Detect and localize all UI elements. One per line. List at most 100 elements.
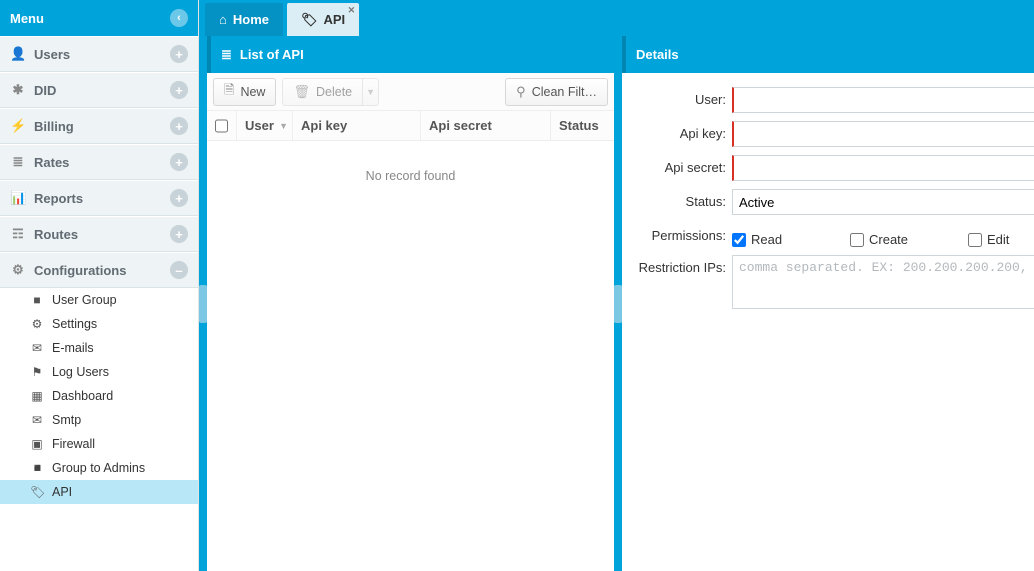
grid-empty-text: No record found <box>207 141 614 211</box>
sidebar-subitem-label: Smtp <box>52 413 81 427</box>
sidebar-item-label: DID <box>34 83 56 98</box>
sidebar-subitem-settings[interactable]: ⚙Settings <box>0 312 198 336</box>
details-panel: Details › User: 🔍 Sear… <box>622 36 1034 571</box>
trash-icon: 🗑 <box>293 84 310 100</box>
sidebar-item-label: Routes <box>34 227 78 242</box>
document-icon: 🗎 <box>224 81 234 103</box>
sidebar-item-label: Billing <box>34 119 74 134</box>
billing-icon: ⚡ <box>10 118 26 134</box>
tab-label: API <box>324 12 346 27</box>
chevron-down-icon[interactable]: ▼ <box>279 121 288 131</box>
column-user[interactable]: User ▼ <box>237 111 293 140</box>
sidebar: Menu ‹ 👤Users + ✱DID + ⚡ Billing + ≣Rates… <box>0 0 199 571</box>
sidebar-subitem-emails[interactable]: ✉ E-mails <box>0 336 198 360</box>
user-label: User: <box>634 87 732 107</box>
tab-label: Home <box>233 12 269 27</box>
sidebar-subitem-label: API <box>52 485 72 499</box>
user-field[interactable] <box>732 87 1034 113</box>
expand-icon[interactable]: + <box>170 45 188 63</box>
funnel-icon: ⚲ <box>516 84 526 100</box>
sidebar-header: Menu ‹ <box>0 0 198 36</box>
sidebar-subitem-user-group[interactable]: ■User Group <box>0 288 198 312</box>
sidebar-subitem-label: Firewall <box>52 437 95 451</box>
expand-icon[interactable]: + <box>170 153 188 171</box>
tab-api[interactable]: 🏷 API ✕ <box>287 3 359 36</box>
perm-create[interactable]: Create <box>850 227 948 247</box>
main-area: ⌂ Home 🏷 API ✕ ≣ List of API 🗎 New 🗑 <box>199 0 1034 571</box>
sidebar-subitem-label: E-mails <box>52 341 94 355</box>
clean-filter-button[interactable]: ⚲ Clean Filt… <box>505 78 608 106</box>
sidebar-subitem-log-users[interactable]: ⚑ Log Users <box>0 360 198 384</box>
api-key-field[interactable] <box>732 121 1034 147</box>
perm-edit-checkbox[interactable] <box>968 233 982 247</box>
splitter-grip-icon <box>614 285 622 323</box>
delete-button[interactable]: 🗑 Delete ▼ <box>282 78 379 106</box>
sidebar-subitem-api[interactable]: 🏷API <box>0 480 198 504</box>
splitter-grip-icon <box>199 285 207 323</box>
list-panel-title: List of API <box>240 47 304 62</box>
sidebar-item-routes[interactable]: ☶ Routes + <box>0 216 198 252</box>
button-label: Clean Filt… <box>532 85 597 99</box>
tabstrip: ⌂ Home 🏷 API ✕ <box>199 0 1034 36</box>
select-all-checkbox[interactable] <box>215 119 228 133</box>
collapse-icon[interactable]: – <box>170 261 188 279</box>
sidebar-subitem-label: Log Users <box>52 365 109 379</box>
center-splitter[interactable] <box>614 36 622 571</box>
expand-icon[interactable]: + <box>170 225 188 243</box>
api-secret-field[interactable] <box>732 155 1034 181</box>
details-form: User: 🔍 Sear… Api key: <box>622 73 1034 331</box>
sidebar-item-users[interactable]: 👤Users + <box>0 36 198 72</box>
sidebar-item-label: Rates <box>34 155 69 170</box>
restriction-ips-label: Restriction IPs: <box>634 255 732 275</box>
sidebar-item-did[interactable]: ✱DID + <box>0 72 198 108</box>
users-icon: 👤 <box>10 46 26 62</box>
sidebar-collapse-icon[interactable]: ‹ <box>170 9 188 27</box>
list-icon: ≣ <box>221 47 232 63</box>
sidebar-item-billing[interactable]: ⚡ Billing + <box>0 108 198 144</box>
workarea: ≣ List of API 🗎 New 🗑 Delete ▼ ⚲ Clean F… <box>199 36 1034 571</box>
grid-select-all[interactable] <box>207 111 237 140</box>
log-icon: ⚑ <box>30 365 44 379</box>
sidebar-item-label: Reports <box>34 191 83 206</box>
sidebar-subitem-group-to-admins[interactable]: ◾Group to Admins <box>0 456 198 480</box>
perm-read-checkbox[interactable] <box>732 233 746 247</box>
sidebar-item-rates[interactable]: ≣Rates + <box>0 144 198 180</box>
sidebar-submenu-configurations: ■User Group ⚙Settings ✉ E-mails ⚑ Log User… <box>0 288 198 504</box>
perm-read[interactable]: Read <box>732 227 830 247</box>
sidebar-subitem-dashboard[interactable]: ▦Dashboard <box>0 384 198 408</box>
expand-icon[interactable]: + <box>170 189 188 207</box>
left-splitter[interactable] <box>199 36 207 571</box>
expand-icon[interactable]: + <box>170 117 188 135</box>
checkbox-label: Create <box>869 232 908 247</box>
list-panel-header: ≣ List of API <box>207 36 614 73</box>
restriction-ips-field[interactable] <box>732 255 1034 309</box>
tab-home[interactable]: ⌂ Home <box>205 3 283 36</box>
sidebar-item-configurations[interactable]: ⚙Configurations – <box>0 252 198 288</box>
mail-icon: ✉ <box>30 413 44 427</box>
sidebar-subitem-smtp[interactable]: ✉ Smtp <box>0 408 198 432</box>
close-icon[interactable]: ✕ <box>348 5 356 16</box>
column-label: Status <box>559 118 599 133</box>
perm-create-checkbox[interactable] <box>850 233 864 247</box>
mail-icon: ✉ <box>30 341 44 355</box>
grid-header: User ▼ Api key Api secret Status <box>207 111 614 141</box>
sidebar-subitem-label: Group to Admins <box>52 461 145 475</box>
configurations-icon: ⚙ <box>10 262 26 278</box>
perm-edit[interactable]: Edit <box>968 227 1034 247</box>
column-api-key[interactable]: Api key <box>293 111 421 140</box>
list-panel: ≣ List of API 🗎 New 🗑 Delete ▼ ⚲ Clean F… <box>207 36 614 571</box>
column-label: User <box>245 118 274 133</box>
expand-icon[interactable]: + <box>170 81 188 99</box>
reports-icon: 📊 <box>10 190 26 206</box>
sidebar-subitem-label: Settings <box>52 317 97 331</box>
status-select[interactable] <box>732 189 1034 215</box>
column-status[interactable]: Status <box>551 111 614 140</box>
chevron-down-icon[interactable]: ▼ <box>362 79 378 105</box>
new-button[interactable]: 🗎 New <box>213 78 276 106</box>
grid-body: No record found <box>207 141 614 571</box>
button-label: New <box>240 85 265 99</box>
routes-icon: ☶ <box>10 226 26 242</box>
sidebar-item-reports[interactable]: 📊 Reports + <box>0 180 198 216</box>
column-api-secret[interactable]: Api secret <box>421 111 551 140</box>
sidebar-subitem-firewall[interactable]: ▣Firewall <box>0 432 198 456</box>
